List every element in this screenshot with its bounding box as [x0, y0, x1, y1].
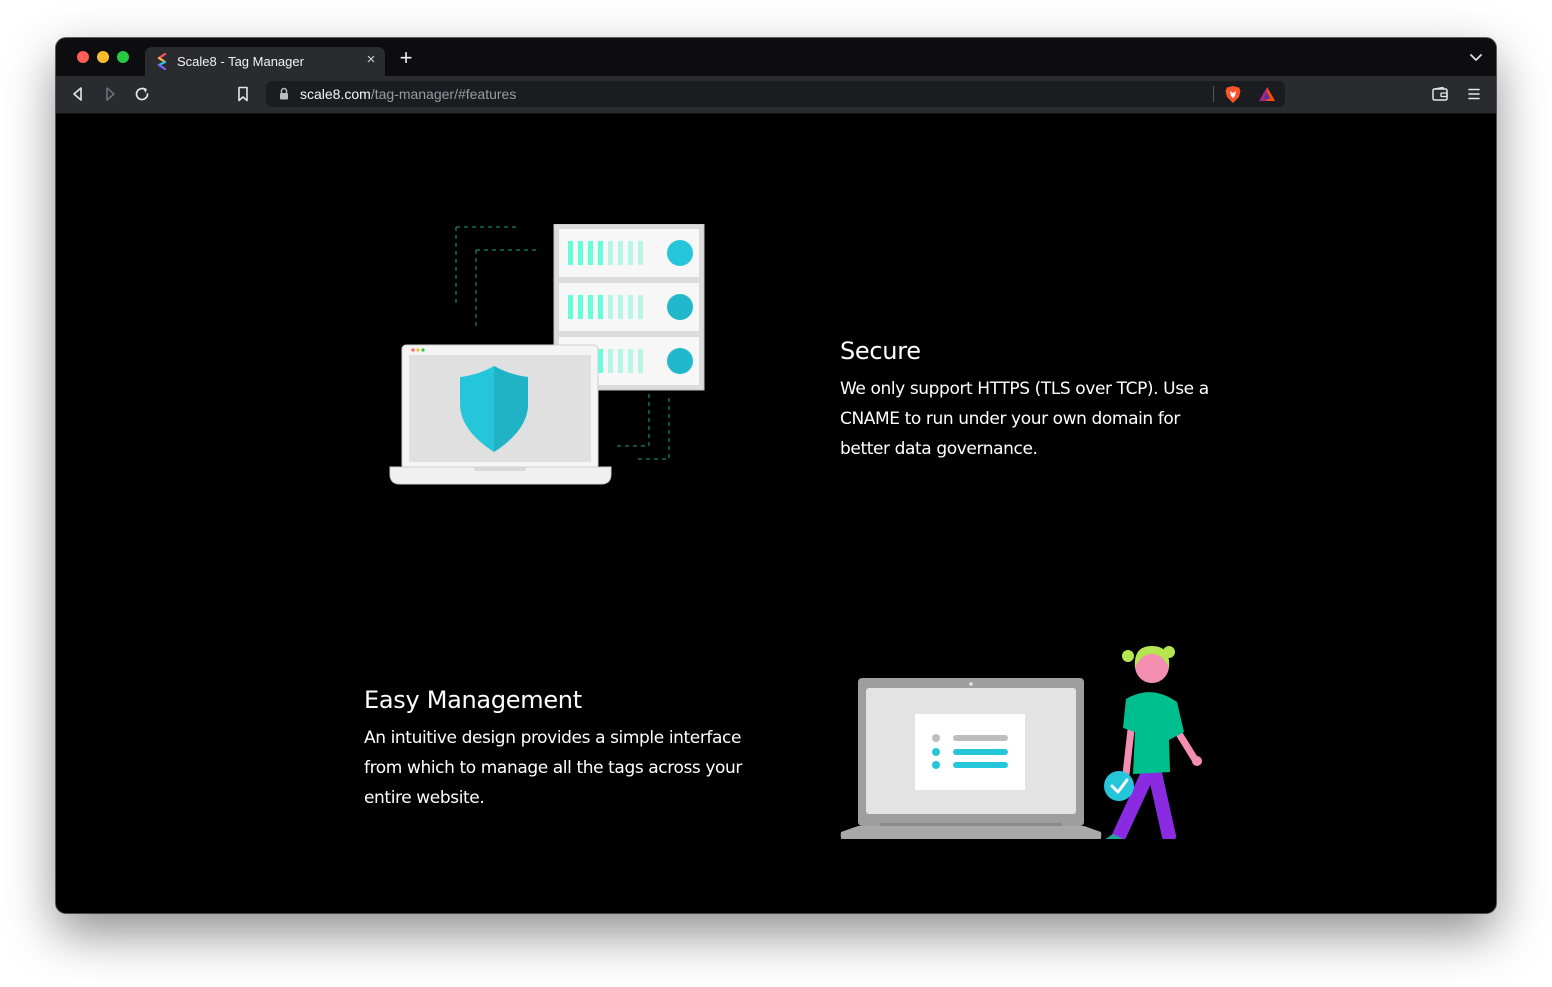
close-window-button[interactable] — [77, 51, 89, 63]
secure-illustration — [389, 224, 705, 485]
address-bar[interactable]: scale8.com/tag-manager/#features — [266, 81, 1285, 107]
chevron-down-icon[interactable] — [1470, 52, 1482, 62]
lock-icon — [280, 87, 288, 100]
close-tab-icon[interactable]: × — [363, 52, 379, 68]
laptop-dashboard — [840, 678, 1102, 839]
zoom-window-button[interactable] — [117, 51, 129, 63]
reload-icon[interactable] — [133, 85, 151, 103]
browser-toolbar: scale8.com/tag-manager/#features — [56, 76, 1496, 114]
url-host: scale8.com — [300, 86, 371, 102]
brave-shield-icon[interactable] — [1224, 85, 1242, 104]
laptop-shield — [389, 344, 612, 485]
url-text: scale8.com/tag-manager/#features — [300, 86, 516, 102]
feature-secure-title: Secure — [840, 337, 921, 365]
bookmark-icon[interactable] — [234, 85, 252, 103]
url-path: /tag-manager/#features — [370, 86, 517, 102]
scale8-favicon-icon — [157, 53, 167, 70]
wallet-icon[interactable] — [1431, 85, 1449, 103]
person-figure — [1105, 646, 1202, 839]
menu-icon[interactable] — [1465, 85, 1483, 103]
forward-icon[interactable] — [101, 85, 119, 103]
tab-strip: Scale8 - Tag Manager × + — [56, 38, 1496, 76]
management-illustration — [840, 646, 1202, 839]
check-circle-icon — [1104, 771, 1134, 801]
feature-management-title: Easy Management — [364, 686, 582, 714]
minimize-window-button[interactable] — [97, 51, 109, 63]
tab-title: Scale8 - Tag Manager — [177, 54, 304, 69]
url-divider — [1213, 86, 1214, 102]
back-icon[interactable] — [69, 85, 87, 103]
browser-window: Scale8 - Tag Manager × + scale8.com/tag-… — [56, 38, 1496, 913]
active-tab[interactable]: Scale8 - Tag Manager × — [145, 47, 385, 76]
feature-secure-description: We only support HTTPS (TLS over TCP). Us… — [840, 379, 1209, 459]
feature-management-description: An intuitive design provides a simple in… — [364, 728, 743, 808]
brave-rewards-icon[interactable] — [1258, 86, 1276, 102]
page-content: Secure We only support HTTPS (TLS over T… — [56, 114, 1496, 913]
new-tab-button[interactable]: + — [396, 47, 416, 69]
